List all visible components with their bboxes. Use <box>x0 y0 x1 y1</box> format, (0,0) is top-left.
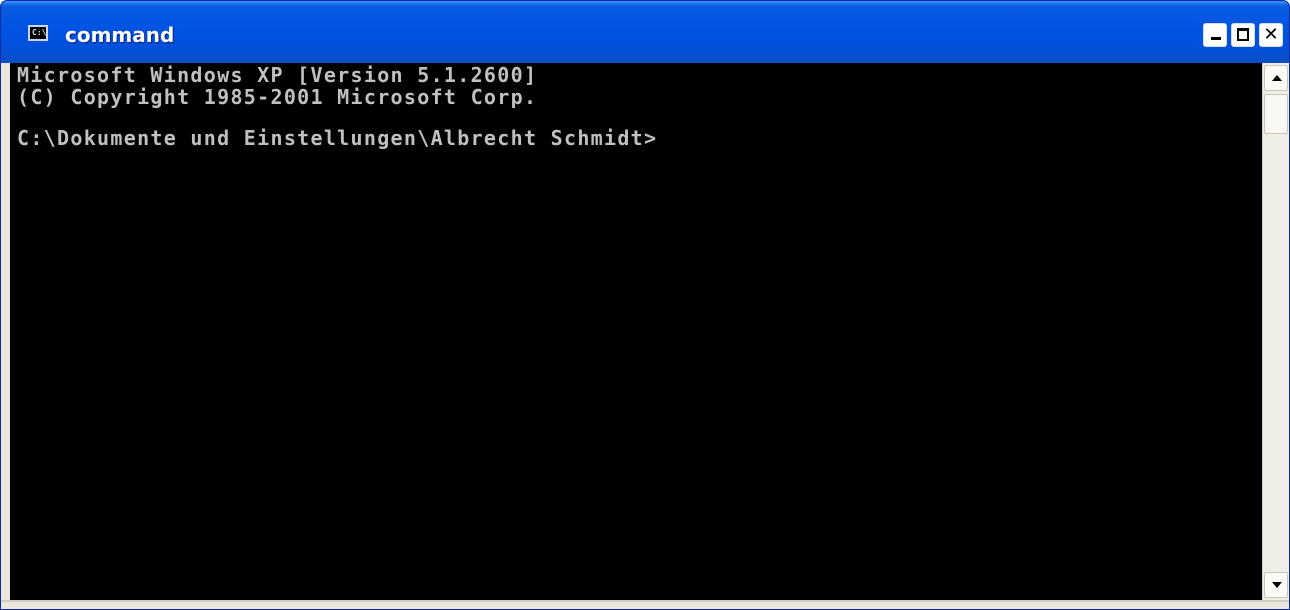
close-icon: ✕ <box>1263 24 1279 45</box>
window-frame-left <box>1 63 10 600</box>
vertical-scrollbar[interactable] <box>1262 63 1289 600</box>
scroll-up-button[interactable] <box>1264 65 1288 91</box>
console-icon-glyph: C:\ <box>32 28 47 37</box>
close-button[interactable]: ✕ <box>1259 23 1283 47</box>
minimize-icon <box>1211 37 1221 40</box>
minimize-button[interactable] <box>1203 23 1227 47</box>
title-bar[interactable]: C:\ command ✕ <box>1 1 1289 63</box>
maximize-icon <box>1237 28 1249 41</box>
window-title: command <box>65 23 175 47</box>
console-output-area[interactable]: Microsoft Windows XP [Version 5.1.2600] … <box>10 63 1262 600</box>
console-line-version: Microsoft Windows XP [Version 5.1.2600] <box>17 63 538 87</box>
scroll-up-arrow-icon <box>1272 75 1282 81</box>
scroll-down-button[interactable] <box>1264 572 1288 598</box>
console-prompt[interactable]: C:\Dokumente und Einstellungen\Albrecht … <box>17 126 657 150</box>
maximize-button[interactable] <box>1231 23 1255 47</box>
console-icon[interactable]: C:\ <box>28 25 48 41</box>
scroll-down-arrow-icon <box>1272 582 1282 588</box>
scroll-thumb[interactable] <box>1264 94 1288 134</box>
command-window: C:\ command ✕ Microsoft Windows XP [Vers… <box>0 0 1290 610</box>
console-line-copyright: (C) Copyright 1985-2001 Microsoft Corp. <box>17 85 538 109</box>
window-frame-bottom <box>1 600 1289 609</box>
